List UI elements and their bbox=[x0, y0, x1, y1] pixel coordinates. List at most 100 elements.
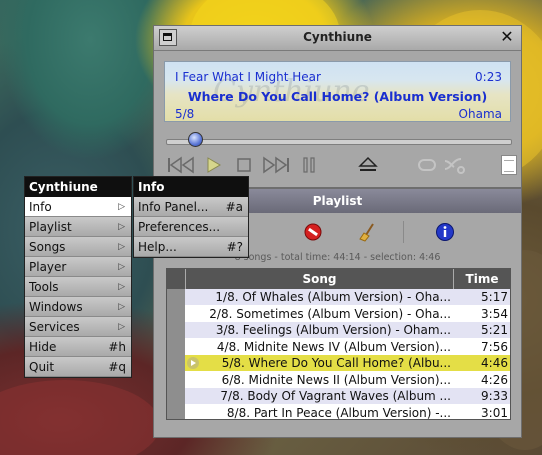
menu-item-songs[interactable]: Songs ▷ bbox=[25, 237, 131, 257]
table-row[interactable]: 4/8. Midnite News IV (Album Version)... 7… bbox=[185, 339, 510, 355]
menu-shortcut: #a bbox=[225, 200, 243, 214]
pause-icon bbox=[303, 157, 315, 173]
stop-icon bbox=[237, 158, 251, 172]
submenu-arrow-icon: ▷ bbox=[118, 242, 125, 252]
submenu-arrow-icon: ▷ bbox=[118, 282, 125, 292]
remove-icon bbox=[304, 223, 322, 241]
row-song: 8/8. Part In Peace (Album Version) -... bbox=[226, 405, 451, 420]
player-window: Cynthiune ✕ Cynthiune I Fear What I Migh… bbox=[153, 25, 522, 188]
table-row[interactable]: 7/8. Body Of Vagrant Waves (Album ... 9:3… bbox=[185, 388, 510, 404]
menu-item-info[interactable]: Info ▷ bbox=[25, 197, 131, 217]
submenu-arrow-icon: ▷ bbox=[118, 322, 125, 332]
info-button[interactable] bbox=[435, 222, 455, 242]
close-button[interactable]: ✕ bbox=[498, 29, 516, 46]
track-number: 5/8 bbox=[175, 107, 195, 121]
wallpaper-shape bbox=[0, 380, 160, 455]
seek-knob[interactable] bbox=[187, 132, 203, 147]
row-time: 7:56 bbox=[481, 339, 508, 354]
main-menu-title: Cynthiune bbox=[25, 177, 131, 197]
stop-button[interactable] bbox=[234, 154, 254, 176]
row-time: 4:26 bbox=[481, 372, 508, 387]
window-title: Cynthiune bbox=[303, 30, 372, 44]
repeat-button[interactable] bbox=[415, 154, 439, 176]
player-titlebar[interactable]: Cynthiune ✕ bbox=[154, 26, 521, 51]
table-row[interactable]: 8/8. Part In Peace (Album Version) -... 3… bbox=[185, 405, 510, 420]
row-song: 6/8. Midnite News II (Album Version)... bbox=[221, 372, 451, 387]
table-row[interactable]: 3/8. Feelings (Album Version) - Oham... 5… bbox=[185, 322, 510, 338]
header-corner bbox=[167, 269, 185, 289]
row-time: 5:17 bbox=[481, 290, 508, 304]
elapsed-time: 0:23 bbox=[475, 70, 502, 84]
column-header-time[interactable]: Time bbox=[453, 269, 510, 289]
row-song: 5/8. Where Do You Call Home? (Albu... bbox=[221, 356, 451, 370]
shuffle-icon bbox=[444, 158, 465, 174]
menu-item-hide[interactable]: Hide #h bbox=[25, 337, 131, 357]
menu-item-tools[interactable]: Tools ▷ bbox=[25, 277, 131, 297]
table-row[interactable]: 5/8. Where Do You Call Home? (Albu... 4:4… bbox=[185, 355, 510, 371]
previous-icon bbox=[168, 156, 194, 174]
menu-item-quit[interactable]: Quit #q bbox=[25, 357, 131, 377]
table-row[interactable]: 6/8. Midnite News II (Album Version)... 4… bbox=[185, 372, 510, 388]
table-row[interactable]: 2/8. Sometimes (Album Version) - Oha... 3… bbox=[185, 306, 510, 322]
row-time: 3:01 bbox=[481, 405, 508, 420]
menu-item-label: Quit bbox=[29, 360, 55, 374]
next-icon bbox=[263, 156, 289, 174]
menu-item-label: Windows bbox=[29, 300, 83, 314]
menu-item-label: Tools bbox=[29, 280, 59, 294]
clear-icon bbox=[359, 223, 374, 242]
menu-shortcut: #q bbox=[108, 360, 126, 374]
row-gutter bbox=[167, 289, 185, 419]
menu-item-label: Songs bbox=[29, 240, 66, 254]
menu-item-info-panel[interactable]: Info Panel... #a bbox=[134, 197, 248, 217]
shuffle-button[interactable] bbox=[442, 154, 466, 176]
menu-item-services[interactable]: Services ▷ bbox=[25, 317, 131, 337]
row-song: 4/8. Midnite News IV (Album Version)... bbox=[216, 339, 451, 354]
menu-item-label: Playlist bbox=[29, 220, 72, 234]
submenu-arrow-icon: ▷ bbox=[118, 302, 125, 312]
row-time: 3:54 bbox=[481, 306, 508, 321]
submenu-arrow-icon: ▷ bbox=[118, 262, 125, 272]
menu-item-label: Player bbox=[29, 260, 67, 274]
menu-item-label: Services bbox=[29, 320, 80, 334]
main-menu: Cynthiune Info ▷ Playlist ▷ Songs ▷ Player ▷ Too… bbox=[24, 176, 132, 378]
info-submenu: Info Info Panel... #a Preferences... Help..… bbox=[133, 176, 249, 258]
playlist-table: Song Time 1/8. Of Whales (Album Version)… bbox=[166, 268, 511, 420]
play-button[interactable] bbox=[204, 154, 224, 176]
play-icon bbox=[207, 157, 221, 173]
row-time: 9:33 bbox=[481, 389, 508, 403]
now-playing-display: Cynthiune I Fear What I Might Hear 0:23 … bbox=[164, 61, 511, 122]
row-song: 2/8. Sometimes (Album Version) - Oha... bbox=[209, 306, 451, 321]
menu-item-windows[interactable]: Windows ▷ bbox=[25, 297, 131, 317]
album-label: Ohama bbox=[458, 107, 502, 121]
playlist-toggle-button[interactable] bbox=[501, 155, 517, 175]
submenu-arrow-icon: ▷ bbox=[118, 222, 125, 232]
row-song: 1/8. Of Whales (Album Version) - Oha... bbox=[215, 290, 451, 304]
remove-button[interactable] bbox=[303, 222, 323, 242]
seek-bar[interactable] bbox=[166, 139, 512, 145]
menu-shortcut: #? bbox=[226, 240, 243, 254]
menu-item-playlist[interactable]: Playlist ▷ bbox=[25, 217, 131, 237]
previous-button[interactable] bbox=[166, 154, 196, 176]
clear-button[interactable] bbox=[358, 222, 378, 242]
menu-item-help[interactable]: Help... #? bbox=[134, 237, 248, 257]
pause-button[interactable] bbox=[300, 154, 318, 176]
column-header-song[interactable]: Song bbox=[185, 269, 453, 289]
close-icon: ✕ bbox=[500, 27, 514, 46]
toolbar-separator bbox=[403, 221, 404, 243]
info-submenu-title: Info bbox=[134, 177, 248, 197]
row-time: 4:46 bbox=[481, 356, 508, 370]
eject-button[interactable] bbox=[357, 154, 379, 176]
table-row[interactable]: 1/8. Of Whales (Album Version) - Oha... 5… bbox=[185, 289, 510, 305]
menu-item-label: Preferences... bbox=[138, 220, 221, 234]
row-time: 5:21 bbox=[481, 323, 508, 337]
info-icon bbox=[436, 223, 454, 241]
menu-item-label: Info Panel... bbox=[138, 200, 209, 214]
menu-item-label: Help... bbox=[138, 240, 177, 254]
menu-item-label: Info bbox=[29, 200, 52, 214]
eject-icon bbox=[358, 156, 378, 171]
menu-shortcut: #h bbox=[108, 340, 126, 354]
menu-item-player[interactable]: Player ▷ bbox=[25, 257, 131, 277]
next-button[interactable] bbox=[261, 154, 291, 176]
menu-item-preferences[interactable]: Preferences... bbox=[134, 217, 248, 237]
artist-label: I Fear What I Might Hear bbox=[175, 70, 321, 84]
